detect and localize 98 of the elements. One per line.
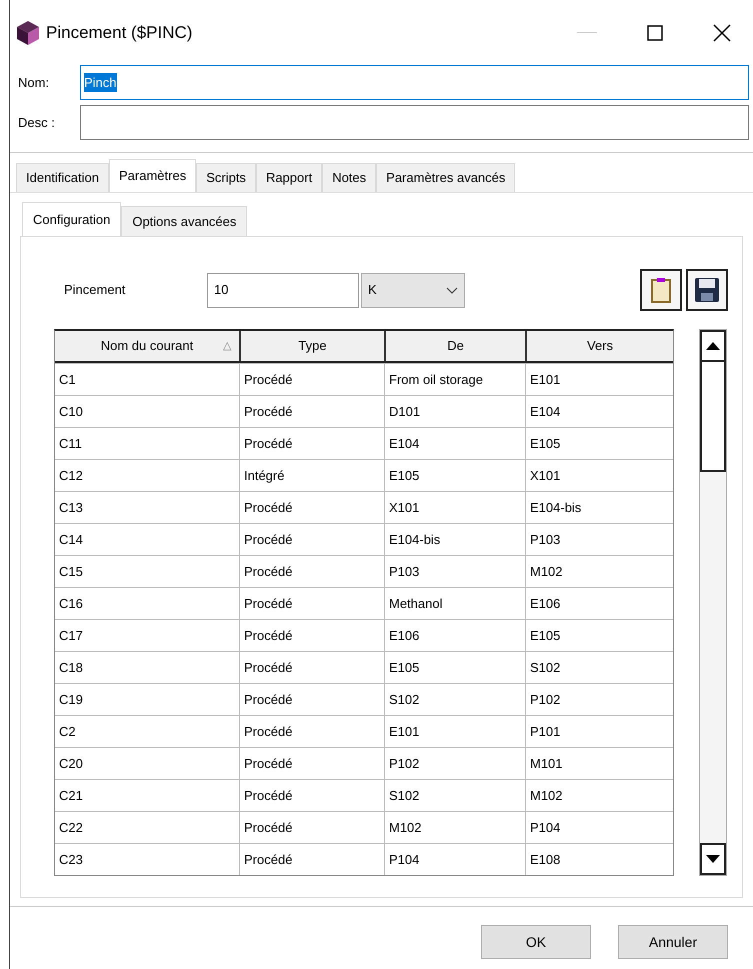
table-cell: E104-bis	[384, 524, 525, 555]
table-cell: Procédé	[239, 620, 384, 651]
description-field[interactable]	[80, 105, 749, 140]
table-cell: Procédé	[239, 812, 384, 843]
table-cell: E108	[525, 844, 673, 875]
table-cell-text: C19	[58, 690, 84, 709]
table-cell-text: C14	[58, 530, 84, 549]
table-cell: Methanol	[384, 588, 525, 619]
clipboard-button[interactable]	[640, 269, 682, 311]
table-cell: P104	[384, 844, 525, 875]
table-cell: Intégré	[239, 460, 384, 491]
table-cell-text: C12	[58, 466, 84, 485]
save-button[interactable]	[686, 269, 728, 311]
table-cell: P103	[525, 524, 673, 555]
unit-dropdown[interactable]: K	[361, 272, 465, 308]
table-cell: From oil storage	[384, 364, 525, 395]
table-cell: P103	[384, 556, 525, 587]
table-cell: E105	[384, 460, 525, 491]
table-cell-text: C13	[58, 498, 84, 517]
table-cell-text: C23	[58, 850, 84, 869]
table-cell: M102	[525, 780, 673, 811]
table-cell: Procédé	[239, 588, 384, 619]
table-cell: Procédé	[239, 684, 384, 715]
tab[interactable]: Identification	[16, 163, 109, 192]
table-cell-text: C18	[58, 658, 84, 677]
table-cell: Procédé	[239, 844, 384, 875]
table-cell: Procédé	[239, 780, 384, 811]
table-cell: X101	[384, 492, 525, 523]
table-cell: E105	[525, 620, 673, 651]
tab[interactable]: Options avancées	[121, 206, 248, 236]
table-cell: S102	[384, 684, 525, 715]
name-field[interactable]: Pinch	[80, 65, 749, 100]
table-cell: Procédé	[239, 716, 384, 747]
table-cell: P102	[525, 684, 673, 715]
close-icon[interactable]	[713, 24, 731, 42]
scroll-down-icon[interactable]	[706, 855, 720, 863]
column-header[interactable]: Type	[239, 331, 384, 361]
table-cell: Procédé	[239, 492, 384, 523]
table-cell: Procédé	[239, 364, 384, 395]
table-cell: Procédé	[239, 556, 384, 587]
table-cell: E105	[384, 652, 525, 683]
field-label: Nom:	[17, 74, 50, 92]
column-header[interactable]: Nom du courant △	[55, 331, 239, 361]
table-cell: Procédé	[239, 428, 384, 459]
table-cell-text: C2	[58, 722, 77, 741]
table-cell: P102	[384, 748, 525, 779]
table-cell: E104-bis	[525, 492, 673, 523]
scrollbar-thumb[interactable]	[700, 360, 726, 472]
clipboard-icon	[651, 277, 671, 303]
table-cell: E101	[525, 364, 673, 395]
table-cell-text: C17	[58, 626, 84, 645]
table-cell: S102	[384, 780, 525, 811]
column-header[interactable]: De	[384, 331, 525, 361]
table-cell: Procédé	[239, 396, 384, 427]
table-cell: P101	[525, 716, 673, 747]
table-cell-text: C1	[58, 370, 77, 389]
table-cell: E101	[384, 716, 525, 747]
table-cell: M102	[525, 556, 673, 587]
window-title: Pincement ($PINC)	[46, 22, 192, 44]
table-cell-text: C20	[58, 754, 84, 773]
table-cell: X101	[525, 460, 673, 491]
table-cell: E105	[525, 428, 673, 459]
tab[interactable]: Paramètres avancés	[376, 163, 516, 192]
dialog-button[interactable]: OK	[481, 925, 591, 959]
tab[interactable]: Rapport	[256, 163, 322, 192]
table-cell-text: C10	[58, 402, 84, 421]
tab[interactable]: Configuration	[22, 202, 122, 236]
cube-logo-icon	[16, 20, 40, 46]
table-cell: M101	[525, 748, 673, 779]
pinch-label: Pincement	[63, 281, 126, 300]
tab[interactable]: Notes	[322, 163, 376, 192]
dialog-button[interactable]: Annuler	[618, 925, 728, 959]
table-cell: M102	[384, 812, 525, 843]
chevron-down-icon	[446, 286, 458, 294]
table-cell-text: C21	[58, 786, 84, 805]
tab[interactable]: Scripts	[196, 163, 256, 192]
table-cell: Procédé	[239, 652, 384, 683]
pinch-value-input[interactable]: 10	[207, 272, 359, 308]
tab[interactable]: Paramètres	[109, 159, 196, 192]
table-cell: E106	[525, 588, 673, 619]
table-cell: Procédé	[239, 524, 384, 555]
table-cell-text: C15	[58, 562, 84, 581]
table-cell: D101	[384, 396, 525, 427]
table-cell: S102	[525, 652, 673, 683]
column-header[interactable]: Vers	[525, 331, 673, 361]
table-cell: E104	[525, 396, 673, 427]
table-cell: Procédé	[239, 748, 384, 779]
table-cell-text: C22	[58, 818, 84, 837]
maximize-icon[interactable]	[647, 24, 663, 40]
table-cell: E104	[384, 428, 525, 459]
sort-indicator: △	[223, 338, 231, 354]
scrollbar[interactable]	[699, 329, 727, 876]
table-cell-text: C11	[58, 434, 83, 453]
table-cell: P104	[525, 812, 673, 843]
table-cell: E106	[384, 620, 525, 651]
field-label: Desc :	[17, 114, 56, 132]
scroll-up-icon[interactable]	[706, 342, 720, 350]
table-cell-text: C16	[58, 594, 84, 613]
